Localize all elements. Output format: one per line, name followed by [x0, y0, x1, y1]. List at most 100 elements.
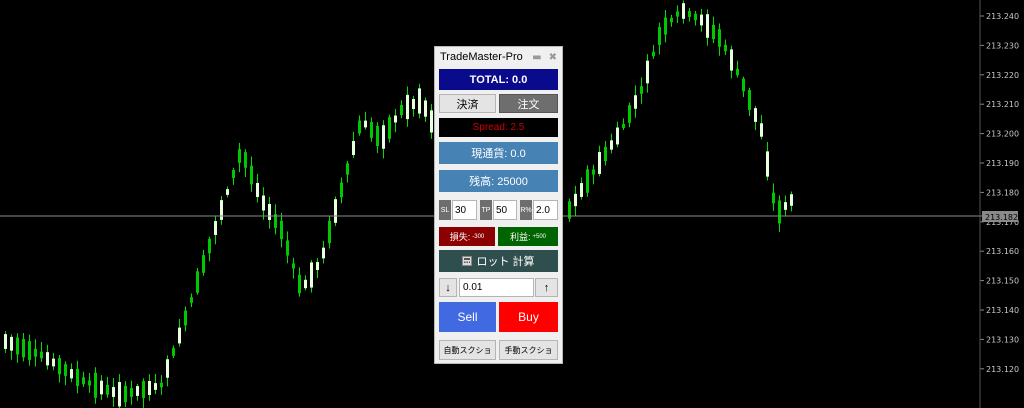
current-currency-display: 現通貨: 0.0 — [439, 142, 558, 164]
loss-label: 損失: — [449, 232, 471, 242]
tab-order[interactable]: 注文 — [499, 94, 558, 113]
candle-body — [376, 125, 379, 147]
price-axis-label: 213.120 — [986, 365, 1019, 374]
candle-body — [4, 334, 7, 349]
candle-body — [250, 165, 253, 185]
candle-body — [214, 221, 217, 235]
candle-body — [640, 86, 643, 94]
sl-label: SL — [439, 200, 451, 220]
price-axis-label: 213.240 — [986, 12, 1019, 21]
candle-body — [634, 95, 637, 109]
candle-body — [124, 385, 127, 403]
candle-body — [208, 238, 211, 254]
candle-body — [736, 68, 739, 76]
candle-body — [688, 11, 691, 17]
price-axis-label: 213.140 — [986, 306, 1019, 315]
candle-body — [244, 152, 247, 168]
candle-body — [130, 388, 133, 397]
candle-body — [226, 189, 229, 195]
candle-body — [16, 337, 19, 355]
candle-body — [76, 368, 79, 387]
candle-body — [610, 140, 613, 150]
tp-label: TP — [480, 200, 492, 220]
candle-body — [286, 240, 289, 256]
risk-label: R% — [520, 200, 532, 220]
manual-screenshot-button[interactable]: 手動スクショ — [499, 340, 558, 360]
price-axis-label: 213.150 — [986, 277, 1019, 286]
candle-body — [298, 274, 301, 294]
panel-header[interactable]: TradeMaster-Pro ▬ ✖ — [435, 47, 562, 67]
candle-body — [622, 123, 625, 129]
candle-body — [316, 261, 319, 271]
price-axis-label: 213.220 — [986, 71, 1019, 80]
candle-body — [340, 182, 343, 198]
candle-body — [292, 263, 295, 269]
candle-body — [88, 380, 91, 386]
candle-body — [94, 372, 97, 398]
candle-body — [652, 51, 655, 57]
candle-body — [580, 183, 583, 197]
tab-close-position[interactable]: 決済 — [439, 94, 496, 113]
candle-body — [742, 78, 745, 92]
auto-screenshot-button[interactable]: 自動スクショ — [439, 340, 496, 360]
candle-body — [664, 17, 667, 35]
candle-body — [220, 200, 223, 220]
candle-body — [334, 199, 337, 223]
price-axis-label: 213.230 — [986, 41, 1019, 50]
candle-body — [430, 110, 433, 133]
candle-body — [232, 169, 235, 179]
candle-body — [40, 351, 43, 359]
candle-body — [658, 27, 661, 45]
candle-body — [724, 44, 727, 52]
candle-body — [22, 339, 25, 358]
candle-body — [370, 122, 373, 138]
candle-body — [766, 151, 769, 177]
candle-body — [592, 169, 595, 175]
panel-title: TradeMaster-Pro — [440, 51, 523, 63]
price-axis-label: 213.200 — [986, 130, 1019, 139]
candle-body — [748, 90, 751, 110]
candle-body — [730, 49, 733, 71]
profit-value: +500 — [532, 233, 547, 240]
sell-button[interactable]: Sell — [439, 302, 496, 332]
lot-calc-button[interactable]: ロット 計算 — [439, 250, 558, 272]
candle-body — [694, 13, 697, 21]
candle-body — [142, 381, 145, 398]
candle-body — [136, 386, 139, 396]
lot-up-button[interactable]: ↑ — [535, 278, 558, 297]
candle-body — [400, 104, 403, 116]
lot-input[interactable] — [459, 278, 534, 297]
lot-down-button[interactable]: ↓ — [439, 278, 457, 297]
candle-body — [574, 193, 577, 207]
minimize-icon[interactable]: ▬ — [532, 52, 541, 63]
candle-body — [382, 125, 385, 149]
candle-body — [238, 149, 241, 163]
candle-body — [106, 384, 109, 395]
candle-body — [166, 359, 169, 378]
price-axis-label: 213.190 — [986, 159, 1019, 168]
tp-input[interactable] — [493, 200, 517, 220]
sl-input[interactable] — [452, 200, 477, 220]
candle-body — [646, 60, 649, 84]
buy-button[interactable]: Buy — [499, 302, 558, 332]
candle-body — [358, 120, 361, 134]
spread-display: Spread: 2.5 — [439, 118, 558, 137]
candle-body — [148, 380, 151, 396]
profit-display: 利益: +500 — [498, 227, 558, 246]
candle-body — [202, 255, 205, 273]
candle-body — [178, 327, 181, 344]
candle-body — [352, 140, 355, 156]
trade-panel: TradeMaster-Pro ▬ ✖ TOTAL: 0.0 決済 注文 Spr… — [434, 46, 563, 364]
candle-body — [52, 358, 55, 367]
candle-body — [412, 98, 415, 110]
candle-body — [100, 380, 103, 395]
calculator-icon — [462, 256, 473, 266]
close-icon[interactable]: ✖ — [549, 52, 557, 63]
candle-body — [778, 200, 781, 224]
candle-body — [754, 108, 757, 122]
risk-input[interactable] — [533, 200, 558, 220]
candle-body — [10, 336, 13, 351]
candle-body — [628, 105, 631, 123]
candle-body — [616, 127, 619, 145]
candle-body — [394, 115, 397, 123]
